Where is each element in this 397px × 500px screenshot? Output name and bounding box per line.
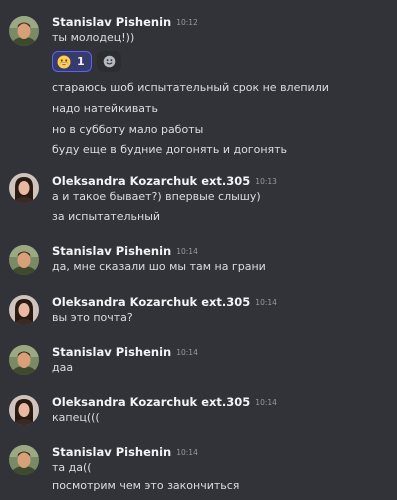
reaction-button[interactable]: 1 [52, 51, 92, 72]
female-avatar-icon [9, 395, 39, 425]
message-text: буду еще в будние догонять и догонять [52, 143, 288, 156]
avatar-oleksandra[interactable] [9, 173, 39, 203]
avatar-stanislav[interactable] [9, 345, 39, 375]
timestamp: 10:12 [176, 18, 198, 27]
message-text: вы это почта? [52, 311, 133, 324]
timestamp: 10:14 [176, 247, 198, 256]
male-avatar-icon [9, 16, 39, 46]
grinning-face-emoji-icon [57, 55, 71, 68]
message-text: посмотрим чем это закончиться [52, 479, 240, 492]
author-name[interactable]: Stanislav Pishenin [52, 445, 171, 459]
female-avatar-icon [9, 173, 39, 203]
author-name[interactable]: Oleksandra Kozarchuk ext.305 [52, 295, 250, 309]
message-text: а и такое бывает?) впервые слышу) [52, 190, 261, 203]
message-text: даа [52, 361, 74, 374]
timestamp: 10:14 [255, 298, 277, 307]
message-text: стараюсь шоб испытательный срок не влепи… [52, 81, 329, 94]
message-text: капец((( [52, 411, 100, 424]
female-avatar-icon [9, 295, 39, 325]
timestamp: 10:14 [176, 348, 198, 357]
male-avatar-icon [9, 245, 39, 275]
author-name[interactable]: Oleksandra Kozarchuk ext.305 [52, 174, 250, 188]
message-text: да, мне сказали шо мы там на грани [52, 260, 266, 273]
message-text: та да(( [52, 461, 92, 474]
avatar-stanislav[interactable] [9, 16, 39, 46]
message-text: ты молодец!)) [52, 31, 135, 44]
add-reaction-button[interactable] [97, 51, 121, 72]
reactions-bar: 1 [52, 51, 121, 72]
author-name[interactable]: Stanislav Pishenin [52, 15, 171, 29]
avatar-stanislav[interactable] [9, 445, 39, 475]
reaction-count: 1 [77, 54, 85, 68]
author-name[interactable]: Stanislav Pishenin [52, 244, 171, 258]
avatar-oleksandra[interactable] [9, 395, 39, 425]
avatar-stanislav[interactable] [9, 245, 39, 275]
message-text: надо натейкивать [52, 102, 158, 115]
male-avatar-icon [9, 445, 39, 475]
author-name[interactable]: Oleksandra Kozarchuk ext.305 [52, 395, 250, 409]
message-text: за испытательный [52, 210, 161, 223]
timestamp: 10:14 [255, 398, 277, 407]
chat-message-list: Stanislav Pishenin 10:12 ты молодец!)) 1 [0, 0, 397, 500]
add-reaction-icon [103, 55, 115, 68]
timestamp: 10:13 [255, 177, 277, 186]
avatar-oleksandra[interactable] [9, 295, 39, 325]
male-avatar-icon [9, 345, 39, 375]
author-name[interactable]: Stanislav Pishenin [52, 345, 171, 359]
timestamp: 10:14 [176, 448, 198, 457]
message-text: но в субботу мало работы [52, 123, 204, 136]
